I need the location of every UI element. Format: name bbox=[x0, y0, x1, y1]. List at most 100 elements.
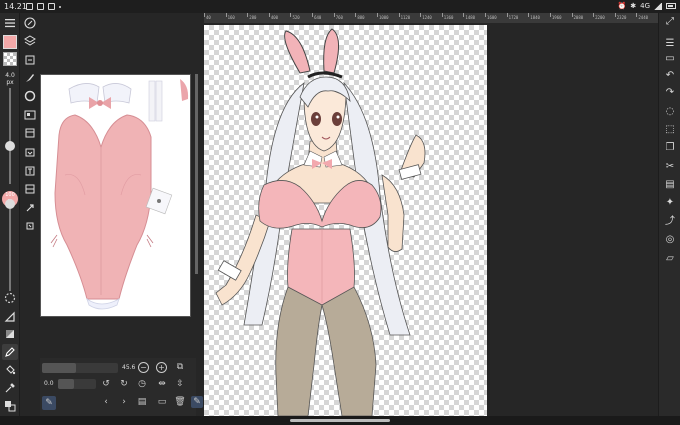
ruler-tick bbox=[528, 13, 530, 17]
eyedropper-icon[interactable] bbox=[2, 380, 18, 396]
history-icon[interactable] bbox=[22, 218, 38, 234]
ruler-label: 1000 bbox=[378, 15, 389, 20]
text-tool-icon[interactable] bbox=[22, 163, 38, 179]
menu-icon[interactable]: ☰ bbox=[663, 37, 677, 51]
reference-image-panel[interactable] bbox=[40, 74, 191, 317]
brush-size-readout: 4.0 px bbox=[0, 72, 20, 86]
brush-size-knob[interactable] bbox=[5, 141, 15, 151]
delete-icon[interactable]: 🗑 bbox=[174, 396, 186, 408]
brush-size-unit: px bbox=[6, 79, 14, 86]
image-icon bbox=[37, 3, 44, 10]
material-icon[interactable] bbox=[22, 125, 38, 141]
fill-bucket-icon[interactable] bbox=[2, 362, 18, 378]
view-control-panel: 45.6 − + ⧉ 0.0 ↺ ↻ ◷ ⇹ ⇳ ✎ ‹ › ▤ ▭ 🗑 bbox=[40, 358, 196, 425]
ruler-tick bbox=[441, 13, 443, 17]
gradient-icon[interactable] bbox=[2, 326, 18, 342]
home-indicator[interactable] bbox=[290, 419, 390, 422]
rotate-right-icon[interactable]: ↻ bbox=[118, 378, 130, 390]
ruler-tick bbox=[506, 13, 508, 17]
main-color-swatch[interactable] bbox=[3, 35, 17, 49]
left-tool-column: 4.0 px 100 % bbox=[0, 13, 20, 425]
flip-horizontal-icon[interactable]: ⇹ bbox=[156, 378, 168, 390]
layer-property-icon[interactable] bbox=[22, 52, 38, 68]
opacity-knob[interactable] bbox=[5, 199, 15, 209]
brush-size-value: 4.0 bbox=[5, 72, 15, 79]
rotation-slider[interactable] bbox=[58, 379, 96, 389]
pen-tool-icon[interactable] bbox=[2, 344, 18, 360]
redo-icon[interactable]: ↷ bbox=[663, 86, 677, 100]
app-root: 14.21 ⏰ ✱ 4G 4.0 px 100 % bbox=[0, 0, 680, 425]
system-icons: ⏰ ✱ 4G bbox=[618, 2, 676, 10]
cut-icon[interactable]: ✂ bbox=[663, 160, 677, 174]
camera-icon[interactable]: ◎ bbox=[663, 233, 677, 247]
color-swap-icon[interactable] bbox=[2, 398, 18, 414]
brush-size-slider[interactable] bbox=[9, 88, 11, 184]
ruler-tick bbox=[549, 13, 551, 17]
ruler-tick bbox=[571, 13, 573, 17]
move-tool-icon[interactable] bbox=[22, 200, 38, 216]
previous-icon[interactable]: ‹ bbox=[100, 396, 112, 408]
fit-view-icon[interactable]: ⧉ bbox=[174, 361, 186, 373]
ruler-label: 160 bbox=[227, 15, 235, 20]
rotate-left-icon[interactable]: ↺ bbox=[100, 378, 112, 390]
signal-icon bbox=[654, 2, 662, 10]
ruler-label: 40 bbox=[206, 15, 211, 20]
hamburger-icon[interactable] bbox=[2, 15, 18, 31]
import-image-icon[interactable]: ▤ bbox=[136, 396, 148, 408]
ruler-label: 1720 bbox=[508, 15, 519, 20]
navigator-icon[interactable] bbox=[22, 15, 38, 31]
ruler-label: 1360 bbox=[443, 15, 454, 20]
zoom-in-button[interactable]: + bbox=[156, 362, 167, 373]
ruler-tick bbox=[204, 13, 205, 17]
color-wheel-icon[interactable] bbox=[22, 88, 38, 104]
reset-rotation-icon[interactable]: ◷ bbox=[136, 378, 148, 390]
zoom-slider[interactable] bbox=[42, 363, 118, 373]
ruler-tick bbox=[247, 13, 249, 17]
magic-wand-icon[interactable]: ✦ bbox=[663, 196, 677, 210]
save-icon[interactable]: ▭ bbox=[663, 52, 677, 66]
ruler-label: 2200 bbox=[595, 15, 605, 20]
open-folder-icon[interactable]: ▭ bbox=[156, 396, 168, 408]
frame-icon[interactable] bbox=[22, 181, 38, 197]
ruler-label: 1480 bbox=[465, 15, 476, 20]
transparent-color-swatch[interactable] bbox=[3, 52, 17, 66]
status-time: 14.21 bbox=[4, 2, 27, 11]
fullscreen-icon[interactable]: ⤢ bbox=[663, 15, 677, 29]
chat-icon bbox=[48, 3, 55, 10]
ruler-tick bbox=[614, 13, 616, 17]
flip-vertical-icon[interactable]: ⇳ bbox=[174, 378, 186, 390]
brush-settings-icon[interactable] bbox=[22, 70, 38, 86]
zoom-out-button[interactable]: − bbox=[138, 362, 149, 373]
reference-scrollbar[interactable] bbox=[195, 74, 198, 274]
drawing-canvas[interactable] bbox=[204, 25, 487, 416]
ruler-label: 760 bbox=[335, 15, 343, 20]
pencil-icon[interactable]: ✎ bbox=[42, 396, 56, 410]
ruler-tick bbox=[290, 13, 292, 17]
ruler-label: 640 bbox=[314, 15, 322, 20]
next-icon[interactable]: › bbox=[118, 396, 130, 408]
gallery-icon bbox=[26, 3, 33, 10]
ruler-label: 1240 bbox=[422, 15, 432, 20]
opacity-value: 100 bbox=[5, 192, 15, 198]
ruler-tick bbox=[398, 13, 400, 17]
layers-icon[interactable] bbox=[22, 33, 38, 49]
transform-icon[interactable]: ⬚ bbox=[663, 123, 677, 137]
open-file-icon[interactable]: ▱ bbox=[663, 252, 677, 266]
color-set-icon[interactable] bbox=[22, 107, 38, 123]
sub-tool-icon[interactable] bbox=[22, 144, 38, 160]
ruler-label: 2080 bbox=[573, 15, 584, 20]
system-navigation-bar bbox=[0, 416, 680, 425]
battery-icon bbox=[666, 3, 676, 9]
loading-spinner-icon[interactable]: ◌ bbox=[663, 105, 677, 119]
copy-icon[interactable]: ❐ bbox=[663, 141, 677, 155]
paste-icon[interactable]: ▤ bbox=[663, 178, 677, 192]
ruler-tick bbox=[636, 13, 638, 17]
undo-icon[interactable]: ↶ bbox=[663, 69, 677, 83]
network-type: 4G bbox=[640, 2, 650, 10]
opacity-slider[interactable] bbox=[9, 209, 11, 291]
loading-icon[interactable] bbox=[2, 290, 18, 306]
export-icon[interactable]: ⤴ bbox=[663, 215, 677, 229]
edit-reference-icon[interactable]: ✎ bbox=[191, 396, 203, 408]
bluetooth-icon: ✱ bbox=[630, 2, 637, 10]
ruler-tool-icon[interactable] bbox=[2, 309, 18, 325]
